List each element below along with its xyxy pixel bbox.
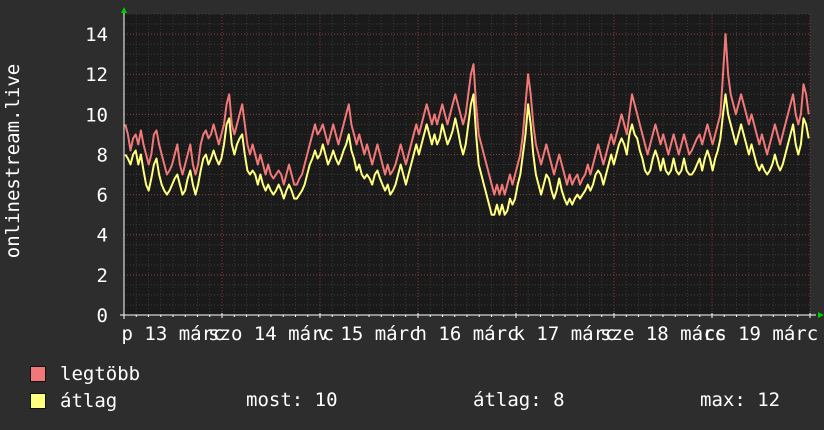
y-tick-label: 4 xyxy=(97,225,108,247)
stat-now: most: 10 xyxy=(246,389,338,411)
legend-swatch-avg xyxy=(30,393,46,409)
stat-max: max: 12 xyxy=(700,389,781,411)
y-tick-label: 0 xyxy=(97,305,108,327)
y-tick-label: 6 xyxy=(97,185,108,207)
legend-swatch-max xyxy=(30,366,46,382)
y-tick-labels: 0 2 4 6 8 10 12 14 xyxy=(85,24,108,327)
y-tick-label: 8 xyxy=(97,144,108,166)
y-tick-label: 10 xyxy=(85,104,108,126)
y-axis-arrow xyxy=(121,7,127,13)
x-axis-arrow xyxy=(818,312,824,318)
y-tick-label: 2 xyxy=(97,265,108,287)
stat-avg: átlag: 8 xyxy=(473,389,565,411)
y-axis-label: onlinestream.live xyxy=(2,63,24,259)
legend-label-max: legtöbb xyxy=(60,363,141,385)
x-tick-label: v 15 márc xyxy=(318,323,421,345)
x-tick-label: szo 14 márc xyxy=(208,323,334,345)
legend-item-max: legtöbb xyxy=(30,362,140,386)
legend-item-avg: átlag xyxy=(30,389,117,413)
x-tick-label: h 16 márc xyxy=(416,323,519,345)
y-tick-label: 12 xyxy=(85,64,108,86)
x-tick-label: cs 19 márc xyxy=(704,323,818,345)
legend-label-avg: átlag xyxy=(60,390,118,412)
y-tick-label: 14 xyxy=(85,24,108,46)
x-tick-labels: p 13 márcszo 14 márcv 15 márch 16 márck … xyxy=(122,323,819,345)
